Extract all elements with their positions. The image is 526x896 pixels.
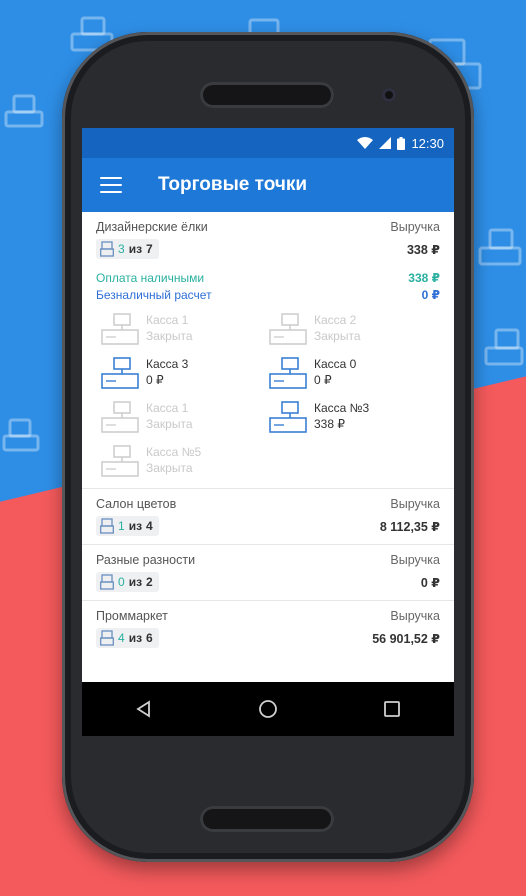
register-item[interactable]: Касса 2 Закрыта [268,312,436,348]
payment-card-row: Безналичный расчет 0 ₽ [96,288,440,302]
store-item[interactable]: Проммаркет Выручка 4 из 6 56 901,52 ₽ [82,601,454,652]
revenue-value: 8 112,35 ₽ [379,519,440,534]
menu-icon[interactable] [100,177,122,193]
register-name: Касса 3 [146,357,189,371]
cash-register-icon [101,357,139,389]
register-status: 338 ₽ [314,417,345,431]
register-status: 0 ₽ [146,373,164,387]
cash-register-icon [101,313,139,345]
back-icon[interactable] [124,689,164,729]
register-status: Закрыта [146,329,193,343]
revenue-label: Выручка [390,220,440,234]
store-item[interactable]: Дизайнерские ёлки Выручка 3 из 7 338 ₽ О… [82,212,454,489]
register-item[interactable]: Касса №3 338 ₽ [268,400,436,436]
register-name: Касса №5 [146,445,202,459]
revenue-value: 56 901,52 ₽ [372,631,440,646]
revenue-value: 338 ₽ [406,242,440,257]
signal-icon [379,137,392,149]
store-item[interactable]: Салон цветов Выручка 1 из 4 8 112,35 ₽ [82,489,454,545]
cash-register-icon [269,357,307,389]
register-name: Касса 1 [146,401,189,415]
payment-cash-row: Оплата наличными 338 ₽ [96,271,440,285]
phone-screen: 12:30 Торговые точки Дизайнерские ёлки В… [82,128,454,736]
status-time: 12:30 [411,135,444,151]
register-item[interactable]: Касса 1 Закрыта [100,400,268,436]
register-name: Касса 2 [314,313,357,327]
status-bar: 12:30 [82,128,454,158]
store-name: Разные разности [96,553,196,567]
phone-frame: 12:30 Торговые точки Дизайнерские ёлки В… [62,32,474,862]
register-item[interactable]: Касса 3 0 ₽ [100,356,268,392]
phone-speaker-bottom [200,806,334,832]
cash-register-icon [101,445,139,477]
cash-register-icon [269,313,307,345]
cash-register-icon [269,401,307,433]
cash-register-icon [100,518,114,534]
register-name: Касса 0 [314,357,357,371]
store-item[interactable]: Разные разности Выручка 0 из 2 0 ₽ [82,545,454,601]
store-list: Дизайнерские ёлки Выручка 3 из 7 338 ₽ О… [82,212,454,652]
register-item[interactable]: Касса 1 Закрыта [100,312,268,348]
revenue-label: Выручка [390,497,440,511]
cash-register-icon [100,630,114,646]
register-status: Закрыта [314,329,361,343]
register-name: Касса 1 [146,313,189,327]
register-item[interactable]: Касса №5 Закрыта [100,444,268,480]
open-registers-badge: 1 из 4 [96,516,159,536]
register-item[interactable]: Касса 0 0 ₽ [268,356,436,392]
recent-apps-icon[interactable] [372,689,412,729]
open-registers-badge: 4 из 6 [96,628,159,648]
cash-register-icon [101,401,139,433]
registers-grid: Касса 1 Закрыта Касса 2 Закрыта Касса 30 ₽ Ка… [96,312,440,480]
open-registers-badge: 0 из 2 [96,572,159,592]
battery-icon [397,136,406,150]
phone-speaker-top [200,82,334,108]
register-status: Закрыта [146,461,193,475]
cash-register-icon [100,574,114,590]
cash-register-icon [100,241,114,257]
phone-camera [382,88,396,102]
store-name: Дизайнерские ёлки [96,220,208,234]
open-registers-badge: 3 из 7 [96,239,159,259]
page-title: Торговые точки [158,174,308,195]
register-name: Касса №3 [314,401,370,415]
wifi-icon [357,137,374,149]
app-bar: Торговые точки [82,158,454,212]
revenue-value: 0 ₽ [420,575,440,590]
android-nav-bar [82,682,454,736]
store-name: Проммаркет [96,609,168,623]
revenue-label: Выручка [390,609,440,623]
home-icon[interactable] [248,689,288,729]
register-status: Закрыта [146,417,193,431]
register-status: 0 ₽ [314,373,332,387]
revenue-label: Выручка [390,553,440,567]
store-name: Салон цветов [96,497,177,511]
